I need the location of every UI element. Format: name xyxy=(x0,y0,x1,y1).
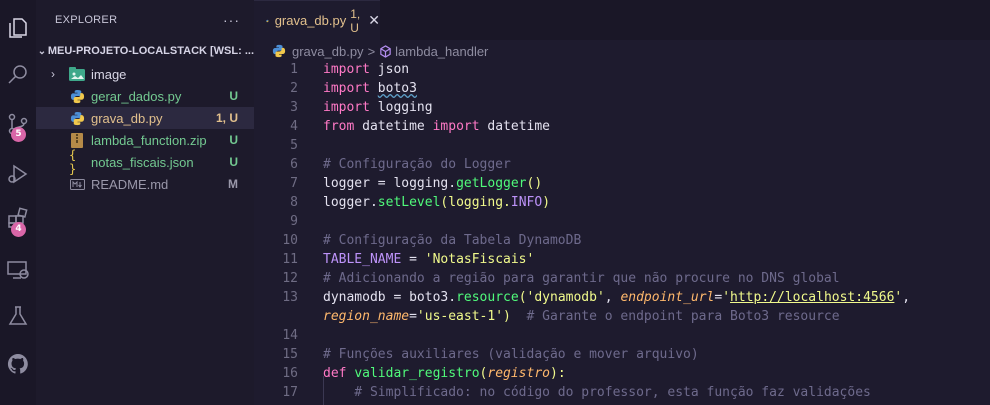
line-number: 17 xyxy=(282,385,298,400)
markdown-icon xyxy=(69,176,85,192)
tab-grava-db[interactable]: grava_db.py 1, U ✕ xyxy=(254,0,380,40)
line-number: 1 xyxy=(290,62,298,77)
line-number: 10 xyxy=(282,233,298,248)
search-icon[interactable] xyxy=(0,56,36,92)
tree-item-image-folder[interactable]: › image xyxy=(36,63,254,85)
tab-label: grava_db.py xyxy=(274,13,347,28)
more-actions-icon[interactable]: ··· xyxy=(223,12,240,28)
tree-item-grava-db[interactable]: grava_db.py 1, U xyxy=(36,107,254,129)
explorer-panel: EXPLORER ··· ⌄ MEU-PROJETO-LOCALSTACK [W… xyxy=(36,0,254,405)
code-line: 13 dynamodb = boto3.resource('dynamodb', … xyxy=(254,290,990,309)
close-icon[interactable]: ✕ xyxy=(368,12,380,29)
line-number: 4 xyxy=(290,119,298,134)
activity-bar: 5 4 xyxy=(0,0,36,405)
code-line: 5 xyxy=(254,138,990,157)
line-number: 3 xyxy=(290,100,298,115)
scm-badge: 5 xyxy=(11,127,26,142)
code-line: region_name='us-east-1') # Garante o end… xyxy=(323,309,840,324)
python-icon xyxy=(69,110,85,126)
explorer-icon[interactable] xyxy=(0,10,36,46)
line-number: 16 xyxy=(282,366,298,381)
run-debug-icon[interactable] xyxy=(0,156,36,192)
python-icon xyxy=(266,19,269,22)
code-line: 14 xyxy=(254,328,990,347)
extensions-badge: 4 xyxy=(11,222,26,237)
code-line: 7 logger = logging.getLogger() xyxy=(254,176,990,195)
code-line: 3 import logging xyxy=(254,100,990,119)
breadcrumb-file[interactable]: grava_db.py xyxy=(292,44,364,59)
git-status-untracked: U xyxy=(229,89,238,103)
image-folder-icon xyxy=(69,66,85,82)
line-number: 6 xyxy=(290,157,298,172)
method-icon xyxy=(380,44,391,58)
tab-bar: grava_db.py 1, U ✕ xyxy=(254,0,990,40)
git-status-modified: M xyxy=(228,177,238,191)
github-icon[interactable] xyxy=(0,346,36,382)
code-line: 1 import json xyxy=(254,62,990,81)
tree-item-readme[interactable]: README.md M xyxy=(36,173,254,195)
file-name: grava_db.py xyxy=(91,110,163,126)
line-number: 5 xyxy=(290,138,298,153)
editor-area: grava_db.py 1, U ✕ grava_db.py > lambda_… xyxy=(254,0,990,405)
line-number: 15 xyxy=(282,347,298,362)
code-line: 11 TABLE_NAME = 'NotasFiscais' xyxy=(254,252,990,271)
chevron-right-icon: › xyxy=(51,67,55,81)
breadcrumb: grava_db.py > lambda_handler xyxy=(254,40,990,62)
line-number: 9 xyxy=(290,214,298,229)
git-status-untracked: U xyxy=(229,133,238,147)
code-line: 17 # Simplificado: no código do professo… xyxy=(254,385,990,404)
line-number: 13 xyxy=(282,290,298,305)
workspace-root[interactable]: ⌄ MEU-PROJETO-LOCALSTACK [WSL: ... xyxy=(36,40,254,62)
code-line: 9 xyxy=(254,214,990,233)
tab-status: 1, U xyxy=(350,6,361,35)
line-number: 2 xyxy=(290,81,298,96)
json-icon: { } xyxy=(69,148,77,176)
code-line: 2 import boto3 xyxy=(254,81,990,100)
file-name: gerar_dados.py xyxy=(91,88,182,104)
git-status-untracked: U xyxy=(229,155,238,169)
zip-icon xyxy=(69,132,85,148)
line-number: 14 xyxy=(282,328,298,343)
tree-item-notas-json[interactable]: { } notas_fiscais.json U xyxy=(36,148,254,176)
git-status-warning: 1, U xyxy=(215,111,238,125)
python-icon xyxy=(69,88,85,104)
breadcrumb-separator: > xyxy=(367,43,376,59)
code-line: 4 from datetime import datetime xyxy=(254,119,990,138)
testing-icon[interactable] xyxy=(0,298,36,334)
line-number: 11 xyxy=(282,252,298,267)
code-line: 10 # Configuração da Tabela DynamoDB xyxy=(254,233,990,252)
chevron-down-icon: ⌄ xyxy=(37,45,47,57)
remote-explorer-icon[interactable] xyxy=(0,252,36,288)
workspace-root-label: MEU-PROJETO-LOCALSTACK [WSL: ... xyxy=(47,45,254,57)
file-name: README.md xyxy=(91,176,169,192)
breadcrumb-symbol[interactable]: lambda_handler xyxy=(395,44,488,59)
file-name: notas_fiscais.json xyxy=(91,154,194,170)
line-number: 7 xyxy=(290,176,298,191)
explorer-title: EXPLORER xyxy=(55,14,118,26)
code-line: 6 # Configuração do Logger xyxy=(254,157,990,176)
file-name: image xyxy=(91,66,127,82)
tree-item-gerar-dados[interactable]: gerar_dados.py U xyxy=(36,85,254,107)
line-number: 8 xyxy=(290,195,298,210)
code-line: 8 logger.setLevel(logging.INFO) xyxy=(254,195,990,214)
code-line: 12 # Adicionando a região para garantir q… xyxy=(254,271,990,290)
code-line: 15 # Funções auxiliares (validação e move… xyxy=(254,347,990,366)
python-icon xyxy=(272,44,286,58)
line-number: 12 xyxy=(282,271,298,286)
indent-guide xyxy=(323,376,324,405)
file-name: lambda_function.zip xyxy=(91,132,207,148)
code-line: 16 def validar_registro(registro): xyxy=(254,366,990,385)
